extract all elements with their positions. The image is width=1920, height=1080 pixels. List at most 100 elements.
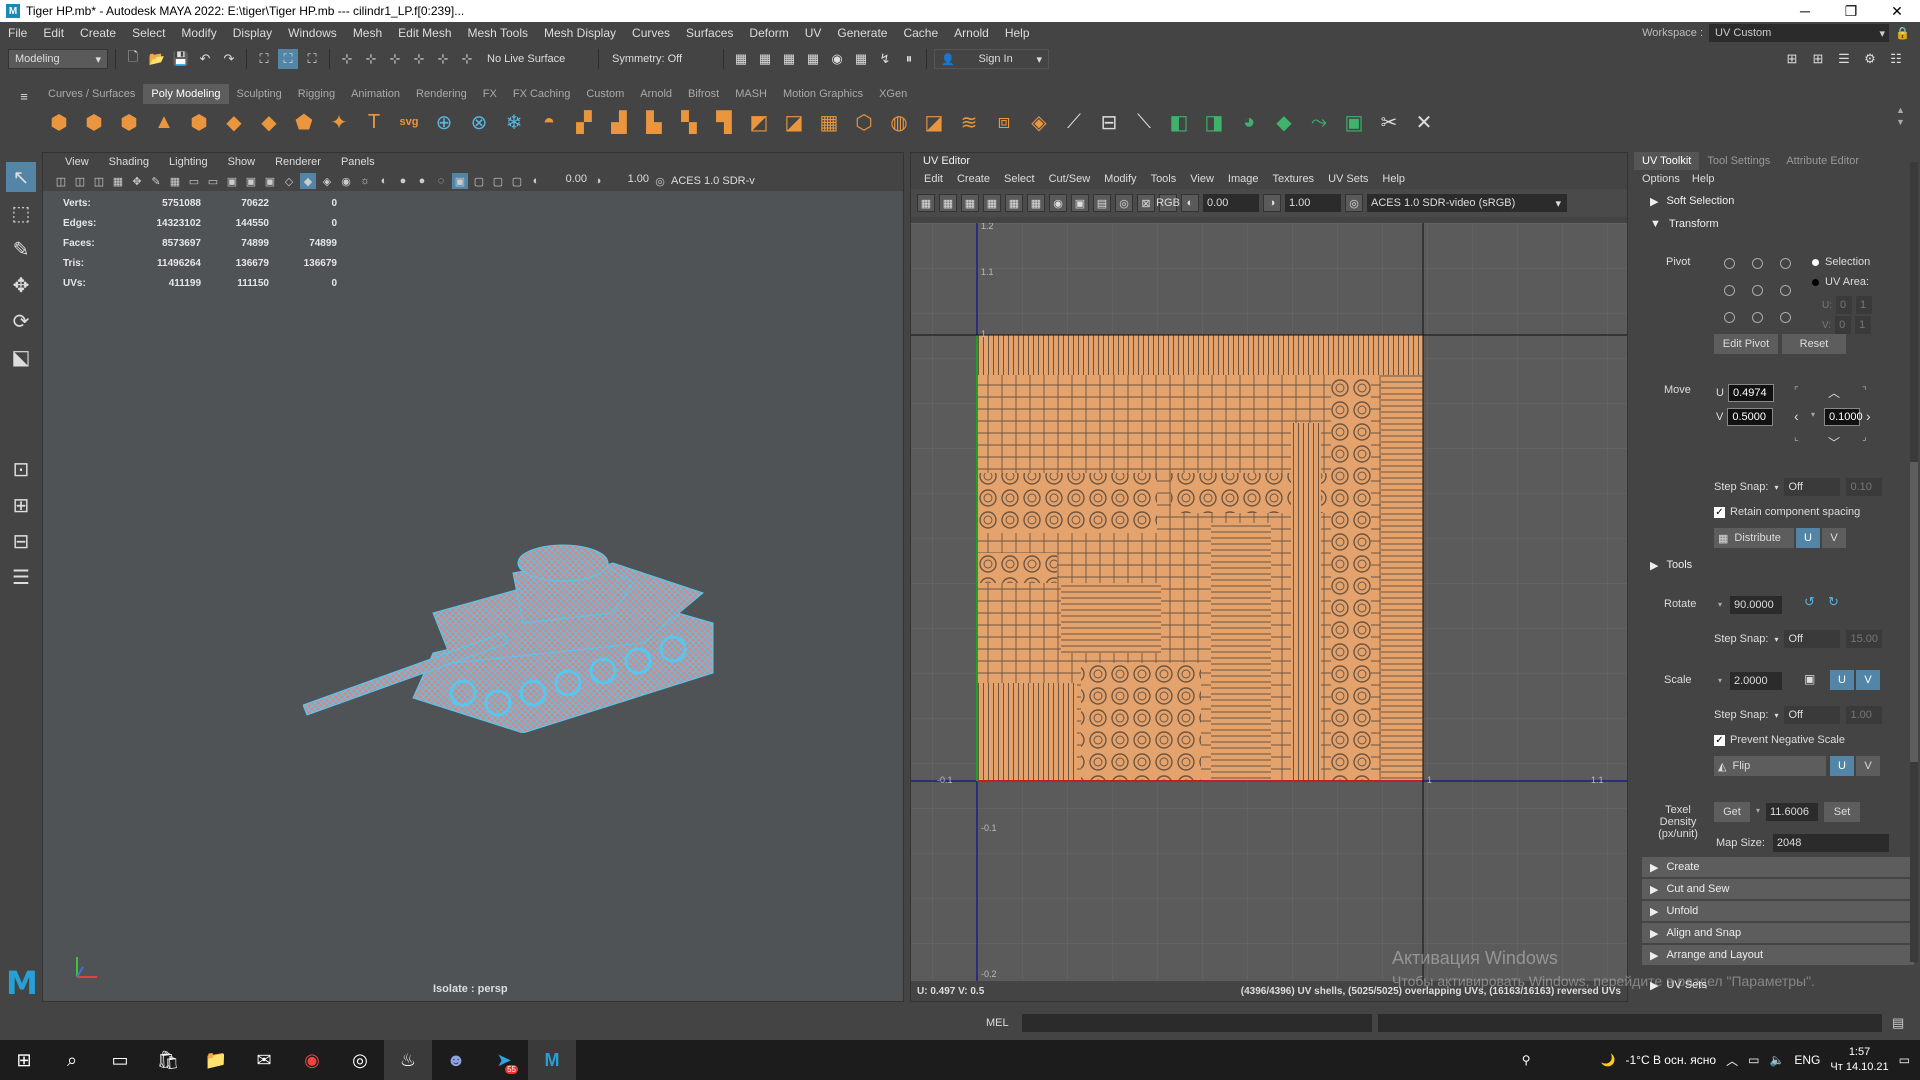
tank-model[interactable]	[303, 493, 723, 733]
snap-view-icon[interactable]: ⊹	[409, 49, 429, 69]
wireframe-icon[interactable]: ◇	[281, 173, 297, 189]
render-view-icon[interactable]: ▦	[731, 49, 751, 69]
gamma-icon[interactable]: ◑	[590, 173, 606, 189]
uv-exposure-icon[interactable]: ◐	[1181, 194, 1199, 212]
move-step-dropdown-icon[interactable]: ▾	[1811, 410, 1815, 419]
viewport-menu-view[interactable]: View	[57, 156, 97, 168]
image-plane-icon[interactable]: ▦	[110, 173, 126, 189]
shelf-tab-animation[interactable]: Animation	[343, 84, 408, 104]
uv-area-radio[interactable]	[1812, 278, 1819, 286]
pivot-radio[interactable]	[1780, 285, 1791, 296]
open-scene-icon[interactable]: 📂	[147, 49, 167, 69]
four-pane-layout-icon[interactable]: ⊞	[6, 490, 36, 520]
menu-help[interactable]: Help	[997, 26, 1038, 40]
uv-grid-icon[interactable]: ▦	[983, 194, 1001, 212]
wireframe-on-shaded-icon[interactable]: ◈	[319, 173, 335, 189]
uv-dim-image-icon[interactable]: ◉	[1049, 194, 1067, 212]
chevron-down-icon[interactable]: ▾	[1774, 483, 1778, 492]
viewport-colorspace[interactable]: ACES 1.0 SDR-v	[671, 175, 755, 187]
move-v-field[interactable]: 0.5000	[1727, 408, 1774, 426]
shelf-tab-rigging[interactable]: Rigging	[290, 84, 343, 104]
mirror-icon[interactable]: ▞	[569, 107, 599, 137]
chevron-down-icon[interactable]: ▾	[1774, 711, 1778, 720]
cube-map-icon[interactable]: ▦	[814, 107, 844, 137]
store-icon[interactable]: 🛍	[144, 1040, 192, 1080]
gate-mask-icon[interactable]: ▣	[224, 173, 240, 189]
poly-torus-icon[interactable]: ⬢	[184, 107, 214, 137]
viewport-menu-renderer[interactable]: Renderer	[267, 156, 329, 168]
scale-u-button[interactable]: U	[1830, 670, 1854, 690]
menu-curves[interactable]: Curves	[624, 26, 678, 40]
camera-select-icon[interactable]: ◫	[53, 173, 69, 189]
app-icon[interactable]: ◎	[336, 1040, 384, 1080]
modeling-toolkit-icon[interactable]: ⊞	[1782, 49, 1802, 69]
uv-menu-create[interactable]: Create	[950, 173, 997, 185]
rotate-step-snap-dropdown[interactable]: Off	[1784, 630, 1841, 648]
uv-sphere-icon[interactable]: ◕	[1234, 107, 1264, 137]
poly-cylinder-icon[interactable]: ⬢	[114, 107, 144, 137]
weather-icon[interactable]: 🌙	[1601, 1053, 1616, 1067]
uv-shaded-icon[interactable]: ▦	[917, 194, 935, 212]
combine-icon[interactable]: ⊕	[429, 107, 459, 137]
chevron-down-icon[interactable]: ▾	[1756, 806, 1760, 815]
reset-button[interactable]: Reset	[1782, 334, 1846, 354]
cylinder-map-icon[interactable]: ⬡	[849, 107, 879, 137]
shadows-icon[interactable]: ◐	[376, 173, 392, 189]
command-input[interactable]	[1022, 1014, 1372, 1032]
uv-exposure-field[interactable]: 0.00	[1203, 194, 1259, 212]
outliner-layout-icon[interactable]: ☰	[6, 562, 36, 592]
chevron-up-icon[interactable]: ︿	[1726, 1052, 1738, 1069]
uv-sew-icon[interactable]: ✕	[1409, 107, 1439, 137]
menu-cache[interactable]: Cache	[895, 26, 946, 40]
scale-tool-icon[interactable]: ⬕	[6, 342, 36, 372]
flip-button[interactable]: ◭ Flip	[1714, 756, 1826, 776]
poly-cone-icon[interactable]: ▲	[149, 107, 179, 137]
uv-checker-icon[interactable]: ▦	[1005, 194, 1023, 212]
script-editor-icon[interactable]: ▤	[1892, 1015, 1904, 1031]
uv-menu-modify[interactable]: Modify	[1097, 173, 1143, 185]
svg-tool-icon[interactable]: svg	[394, 107, 424, 137]
uv-menu-uv-sets[interactable]: UV Sets	[1321, 173, 1375, 185]
bevel2-icon[interactable]: ▜	[709, 107, 739, 137]
tool-settings-icon[interactable]: ⚙	[1860, 49, 1880, 69]
scale-field[interactable]: 2.0000	[1730, 672, 1782, 690]
distribute-u-button[interactable]: U	[1796, 528, 1820, 548]
uv-unfold-icon[interactable]: ⤳	[1304, 107, 1334, 137]
shelf-tab-rendering[interactable]: Rendering	[408, 84, 475, 104]
uv-menu-help[interactable]: Help	[1375, 173, 1412, 185]
tab-attribute-editor[interactable]: Attribute Editor	[1778, 152, 1867, 170]
uv-isolate-rgb-icon[interactable]: RGB	[1156, 194, 1180, 212]
pivot-radio[interactable]	[1752, 285, 1763, 296]
menu-edit-mesh[interactable]: Edit Mesh	[390, 26, 459, 40]
uv-menu-textures[interactable]: Textures	[1265, 173, 1321, 185]
uv-snapshot-icon[interactable]: ▣	[1071, 194, 1089, 212]
scale-step-snap-dropdown[interactable]: Off	[1784, 706, 1841, 724]
scale-uniform-icon[interactable]: ▣	[1804, 672, 1815, 686]
menu-surfaces[interactable]: Surfaces	[678, 26, 741, 40]
rotate-ccw-icon[interactable]: ↺	[1804, 594, 1815, 610]
use-all-lights-icon[interactable]: ☼	[357, 173, 373, 189]
mail-icon[interactable]: ✉	[240, 1040, 288, 1080]
uv-isolate-add-icon[interactable]: ⊠	[1137, 194, 1155, 212]
chevron-down-icon[interactable]: ▾	[1718, 676, 1722, 685]
move-right-icon[interactable]: ›	[1866, 408, 1871, 424]
uv-canvas[interactable]: 1.2 1.1 1 1 -0.1 1.1 -0.1 -0.2	[911, 223, 1627, 981]
move-up-icon[interactable]: ︿	[1828, 384, 1840, 401]
telegram-icon[interactable]: ➤ 55	[480, 1040, 528, 1080]
two-pane-layout-icon[interactable]: ⊟	[6, 526, 36, 556]
people-icon[interactable]: ⚲	[1522, 1053, 1531, 1067]
safe-action-icon[interactable]: ▣	[262, 173, 278, 189]
bevel-icon[interactable]: ▚	[674, 107, 704, 137]
separate-icon[interactable]: ⊗	[464, 107, 494, 137]
pause-icon[interactable]: ⏸	[899, 49, 919, 69]
menu-arnold[interactable]: Arnold	[946, 26, 997, 40]
prevent-negative-scale-checkbox[interactable]: ✓ Prevent Negative Scale	[1714, 734, 1845, 746]
pivot-radio[interactable]	[1724, 258, 1735, 269]
discord-icon[interactable]: ☻	[432, 1040, 480, 1080]
uv-colorspace-dropdown[interactable]: ACES 1.0 SDR-video (sRGB) ▾	[1367, 194, 1567, 212]
uv-layout-icon[interactable]: ▣	[1339, 107, 1369, 137]
selection-radio[interactable]	[1812, 258, 1819, 266]
network-icon[interactable]: ▭	[1748, 1053, 1759, 1067]
section-tools[interactable]: ▶ Tools	[1642, 555, 1914, 575]
menu-select[interactable]: Select	[124, 26, 173, 40]
